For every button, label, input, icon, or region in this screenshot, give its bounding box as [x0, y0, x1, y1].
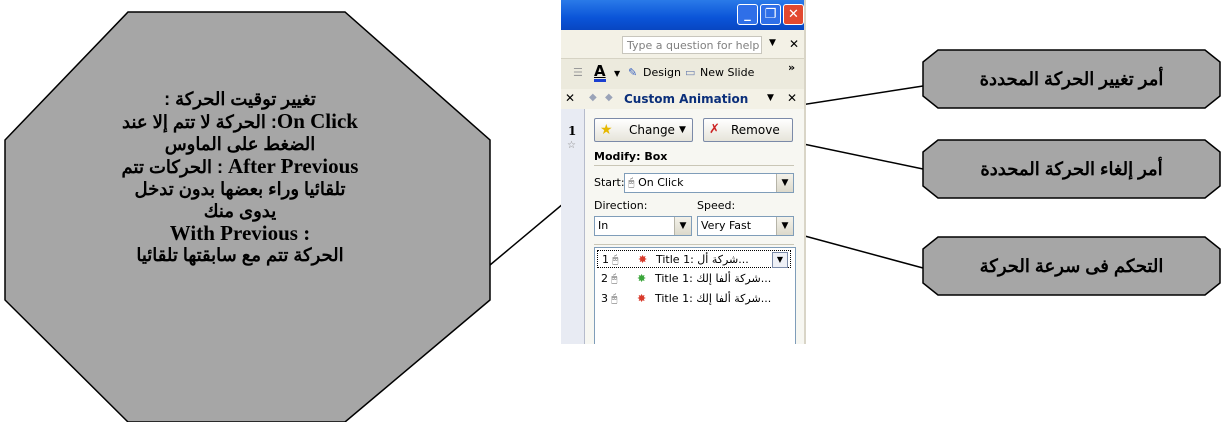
- mouse-click-icon: 🖰: [628, 176, 635, 189]
- item-dropdown-icon[interactable]: ▼: [772, 252, 788, 268]
- remove-icon: ✗: [709, 122, 720, 137]
- effect-star-icon: ✸: [638, 253, 648, 266]
- new-slide-button[interactable]: New Slide: [700, 66, 754, 79]
- change-dropdown-icon: ▼: [679, 125, 686, 135]
- font-color-dropdown-icon[interactable]: ▼: [614, 69, 620, 78]
- slide-number: 1: [568, 124, 577, 138]
- item-text: Title 1: شركة ألفا إلك...: [655, 272, 772, 285]
- powerpoint-window-crop: _ ❐ ✕ Type a question for help ▼ ✕ ☰ A ▼…: [561, 0, 806, 344]
- remove-button[interactable]: ✗ Remove: [703, 118, 793, 142]
- back-arrow-icon[interactable]: ◆: [589, 92, 597, 103]
- speed-callout-text: التحكم فى سرعة الحركة: [979, 256, 1164, 276]
- direction-dropdown-icon: ▼: [674, 217, 691, 235]
- new-slide-icon[interactable]: ▭: [685, 66, 695, 79]
- mouse-click-icon: 🖰: [612, 253, 619, 266]
- start-label: Start:: [594, 176, 625, 189]
- design-button[interactable]: Design: [643, 66, 681, 79]
- speed-select[interactable]: Very Fast ▼: [697, 216, 794, 236]
- animation-list-item[interactable]: 2 🖰 ✸ Title 1: شركة ألفا إلك...: [597, 270, 791, 288]
- item-number: 1: [602, 253, 609, 266]
- change-callout-text: أمر تغيير الحركة المحددة: [979, 69, 1164, 89]
- modify-label: Modify: Box: [594, 150, 668, 163]
- task-pane-title: Custom Animation: [624, 92, 749, 106]
- effect-star-icon: ✸: [637, 272, 647, 285]
- direction-value: In: [598, 219, 609, 232]
- slide-animation-star-icon: ☆: [567, 140, 576, 151]
- start-value: On Click: [638, 176, 684, 189]
- change-button-label: Change: [629, 123, 675, 137]
- modify-separator: [594, 165, 794, 166]
- effect-star-icon: ✸: [637, 292, 647, 305]
- help-dropdown-icon[interactable]: ▼: [769, 38, 776, 48]
- direction-label: Direction:: [594, 199, 648, 212]
- list-separator: [594, 244, 794, 245]
- item-number: 2: [601, 272, 608, 285]
- close-window-button[interactable]: ✕: [783, 4, 804, 25]
- font-color-icon[interactable]: A: [594, 63, 606, 82]
- minimize-button[interactable]: _: [737, 4, 758, 25]
- change-star-icon: ★: [600, 122, 613, 138]
- item-text: Title 1: شركة أل...: [656, 253, 749, 266]
- design-icon[interactable]: ✎: [628, 66, 637, 79]
- remove-callout-text: أمر إلغاء الحركة المحددة: [980, 159, 1163, 179]
- forward-arrow-icon[interactable]: ◆: [605, 92, 613, 103]
- indent-icon[interactable]: ☰: [573, 66, 583, 79]
- task-pane-menu-icon[interactable]: ▼: [767, 93, 774, 103]
- animation-list-item[interactable]: 3 🖰 ✸ Title 1: شركة ألفا إلك...: [597, 290, 791, 308]
- speed-dropdown-icon: ▼: [776, 217, 793, 235]
- change-button[interactable]: ★ Change ▼: [594, 118, 693, 142]
- animation-list-item[interactable]: 1 🖰 ✸ Title 1: شركة أل... ▼: [597, 250, 791, 268]
- arrow-to-speed: [788, 228, 924, 269]
- item-text: Title 1: شركة ألفا إلك...: [655, 292, 772, 305]
- help-search-input[interactable]: Type a question for help: [622, 36, 762, 54]
- toolbar-overflow-icon[interactable]: »: [788, 61, 795, 74]
- speed-label: Speed:: [697, 199, 736, 212]
- remove-button-label: Remove: [731, 123, 780, 137]
- start-dropdown-icon: ▼: [776, 174, 793, 192]
- speed-value: Very Fast: [701, 219, 752, 232]
- close-task-pane-icon[interactable]: ✕: [787, 91, 797, 105]
- animation-list[interactable]: 1 🖰 ✸ Title 1: شركة أل... ▼ 2 🖰 ✸ Title …: [594, 247, 796, 344]
- close-slides-pane-icon[interactable]: ✕: [565, 91, 575, 105]
- mouse-click-icon: 🖰: [611, 272, 618, 285]
- restore-button[interactable]: ❐: [760, 4, 781, 25]
- close-document-icon[interactable]: ✕: [789, 37, 799, 51]
- item-number: 3: [601, 292, 608, 305]
- direction-select[interactable]: In ▼: [594, 216, 692, 236]
- mouse-click-icon: 🖰: [611, 292, 618, 305]
- start-select[interactable]: 🖰 On Click ▼: [624, 173, 794, 193]
